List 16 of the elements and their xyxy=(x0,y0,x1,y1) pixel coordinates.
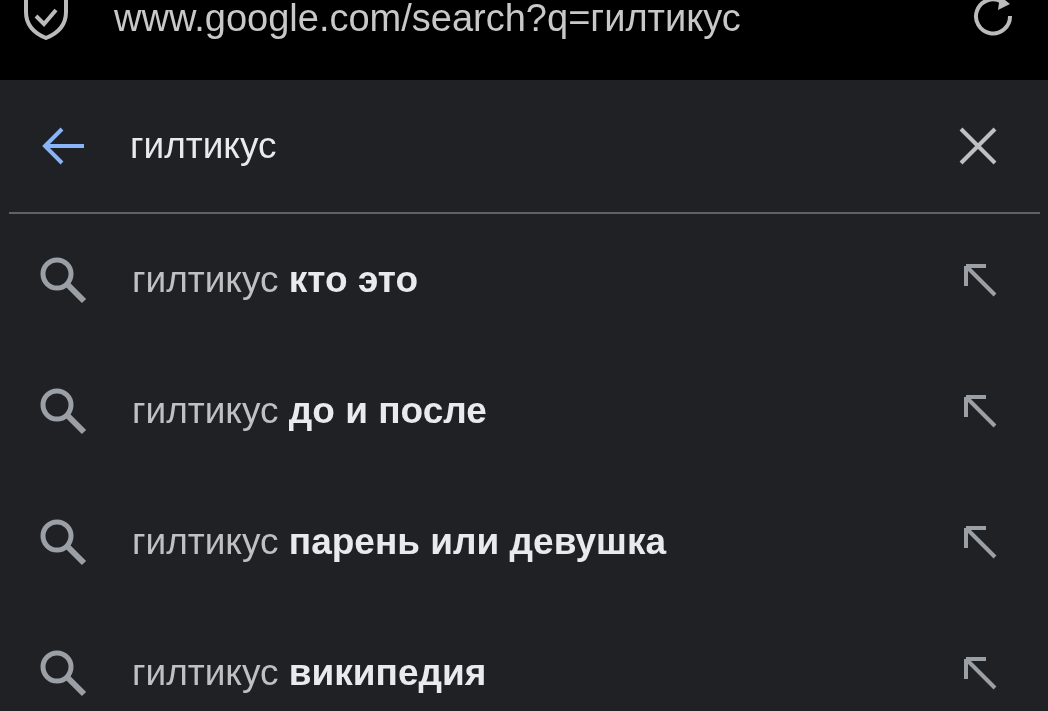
suggestion-text[interactable]: гилтикус парень или девушка xyxy=(132,520,962,563)
back-arrow-icon[interactable] xyxy=(40,126,86,166)
fill-query-arrow-icon[interactable] xyxy=(962,392,998,429)
suggestion-text[interactable]: гилтикус кто это xyxy=(132,258,962,301)
search-icon xyxy=(38,517,88,566)
fill-query-arrow-icon[interactable] xyxy=(962,523,998,560)
fill-query-arrow-icon[interactable] xyxy=(962,261,998,298)
suggestion-text[interactable]: гилтикус википедия xyxy=(132,651,962,694)
close-icon[interactable] xyxy=(958,126,998,166)
search-icon xyxy=(38,648,88,697)
fill-query-arrow-icon[interactable] xyxy=(962,654,998,691)
search-icon xyxy=(38,386,88,435)
suggestion-text[interactable]: гилтикус до и после xyxy=(132,389,962,432)
shield-icon xyxy=(22,0,70,40)
search-field[interactable]: гилтикус xyxy=(130,125,958,167)
search-icon xyxy=(38,255,88,304)
